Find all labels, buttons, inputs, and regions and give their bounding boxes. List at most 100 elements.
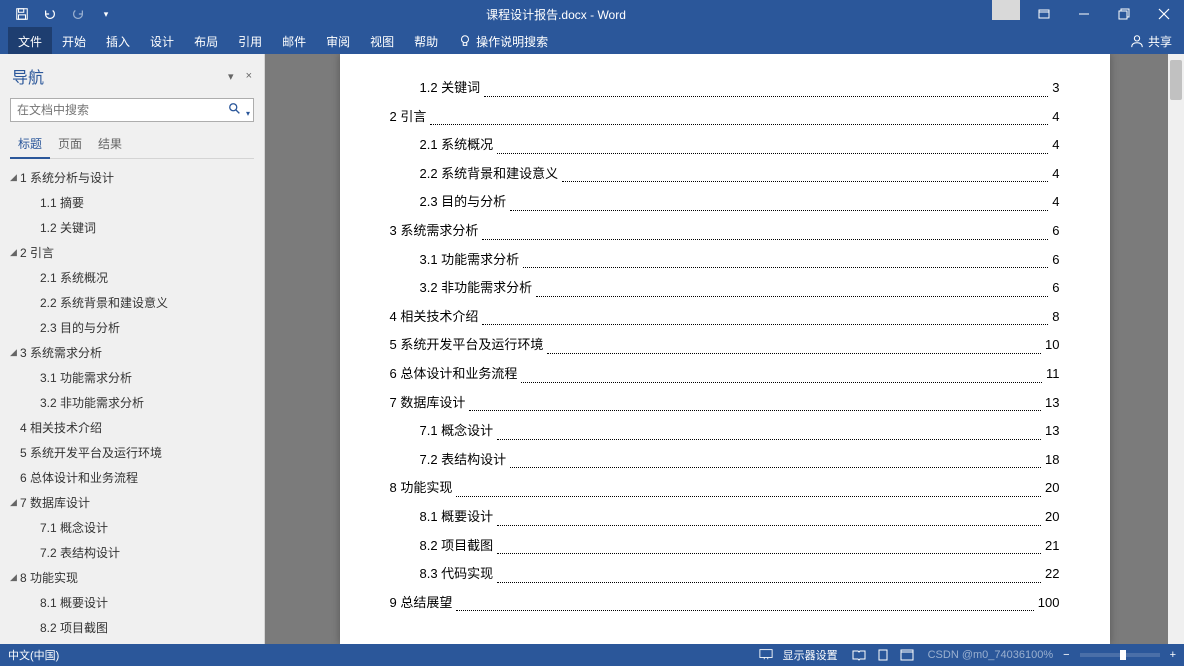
tree-item-label: 6 总体设计和业务流程 [20, 469, 138, 486]
minimize-button[interactable] [1064, 0, 1104, 28]
nav-tree-item[interactable]: ◢2 引言 [0, 240, 264, 265]
nav-tree-item[interactable]: 3.1 功能需求分析 [0, 365, 264, 390]
nav-tree-item[interactable]: ◢7 数据库设计 [0, 490, 264, 515]
document-area[interactable]: 1.2 关键词32 引言42.1 系统概况42.2 系统背景和建设意义42.3 … [265, 54, 1184, 644]
toc-entry[interactable]: 5 系统开发平台及运行环境10 [390, 331, 1060, 360]
nav-tree-item[interactable]: 3.2 非功能需求分析 [0, 390, 264, 415]
nav-search-input[interactable] [10, 98, 254, 122]
nav-tree-item[interactable]: 8.2 项目截图 [0, 615, 264, 640]
nav-tree-item[interactable]: 2.1 系统概况 [0, 265, 264, 290]
nav-search: ▾ [10, 98, 254, 122]
toc-entry[interactable]: 2.3 目的与分析4 [390, 188, 1060, 217]
tab-home[interactable]: 开始 [52, 27, 96, 56]
tree-caret-icon[interactable]: ◢ [10, 247, 20, 258]
nav-tree-item[interactable]: 7.2 表结构设计 [0, 540, 264, 565]
nav-tree-item[interactable]: 1.1 摘要 [0, 190, 264, 215]
zoom-out-button[interactable]: − [1063, 649, 1069, 661]
redo-button[interactable] [64, 0, 92, 28]
nav-close-button[interactable]: × [246, 70, 252, 83]
nav-tree-item[interactable]: 4 相关技术介绍 [0, 415, 264, 440]
toc-entry[interactable]: 7.2 表结构设计18 [390, 446, 1060, 475]
tab-insert[interactable]: 插入 [96, 27, 140, 56]
user-avatar[interactable] [992, 0, 1020, 20]
nav-tab-pages[interactable]: 页面 [50, 130, 90, 158]
nav-tree-item[interactable]: 6 总体设计和业务流程 [0, 465, 264, 490]
toc-leader-dots [510, 188, 1048, 211]
nav-tree-item[interactable]: 5 系统开发平台及运行环境 [0, 440, 264, 465]
toc-label: 9 总结展望 [390, 589, 453, 618]
toc-entry[interactable]: 8 功能实现20 [390, 474, 1060, 503]
toc-entry[interactable]: 2 引言4 [390, 103, 1060, 132]
nav-tree-item[interactable]: ◢1 系统分析与设计 [0, 165, 264, 190]
toc-leader-dots [497, 560, 1041, 583]
tab-references[interactable]: 引用 [228, 27, 272, 56]
toc-leader-dots [562, 160, 1048, 183]
tree-caret-icon[interactable]: ◢ [10, 572, 20, 583]
zoom-slider-thumb[interactable] [1120, 650, 1126, 660]
search-icon[interactable]: ▾ [228, 102, 250, 121]
tree-caret-icon[interactable]: ◢ [10, 497, 20, 508]
zoom-slider[interactable] [1080, 653, 1160, 657]
restore-button[interactable] [1104, 0, 1144, 28]
tell-me-search[interactable]: 操作说明搜索 [448, 33, 558, 50]
scroll-thumb[interactable] [1170, 60, 1182, 100]
toc-entry[interactable]: 2.1 系统概况4 [390, 131, 1060, 160]
undo-button[interactable] [36, 0, 64, 28]
nav-tab-results[interactable]: 结果 [90, 130, 130, 158]
status-language[interactable]: 中文(中国) [8, 647, 59, 663]
tab-layout[interactable]: 布局 [184, 27, 228, 56]
toc-entry[interactable]: 8.1 概要设计20 [390, 503, 1060, 532]
toc-entry[interactable]: 3.2 非功能需求分析6 [390, 274, 1060, 303]
toc-entry[interactable]: 6 总体设计和业务流程11 [390, 360, 1060, 389]
tree-item-label: 3.1 功能需求分析 [40, 369, 132, 386]
nav-tree-item[interactable]: ◢3 系统需求分析 [0, 340, 264, 365]
toc-label: 8.2 项目截图 [420, 532, 494, 561]
tree-caret-icon[interactable]: ◢ [10, 347, 20, 358]
lightbulb-icon [458, 34, 472, 48]
web-layout-button[interactable] [896, 646, 918, 664]
toc-entry[interactable]: 4 相关技术介绍8 [390, 303, 1060, 332]
display-settings-icon[interactable] [759, 648, 773, 663]
nav-tab-headings[interactable]: 标题 [10, 130, 50, 159]
ribbon-display-button[interactable] [1024, 0, 1064, 28]
toc-entry[interactable]: 7 数据库设计13 [390, 389, 1060, 418]
display-settings-label[interactable]: 显示器设置 [783, 647, 838, 663]
tree-item-label: 8.1 概要设计 [40, 594, 108, 611]
share-button[interactable]: 共享 [1130, 33, 1184, 50]
save-button[interactable] [8, 0, 36, 28]
toc-entry[interactable]: 3 系统需求分析6 [390, 217, 1060, 246]
toc-entry[interactable]: 9 总结展望100 [390, 589, 1060, 618]
nav-tree-item[interactable]: 1.2 关键词 [0, 215, 264, 240]
nav-tree-item[interactable]: 8.1 概要设计 [0, 590, 264, 615]
vertical-scrollbar[interactable] [1168, 54, 1184, 644]
toc-entry[interactable]: 7.1 概念设计13 [390, 417, 1060, 446]
tree-item-label: 2 引言 [20, 244, 54, 261]
tree-item-label: 2.3 目的与分析 [40, 319, 120, 336]
tab-file[interactable]: 文件 [8, 27, 52, 56]
tab-review[interactable]: 审阅 [316, 27, 360, 56]
nav-tree-item[interactable]: 2.3 目的与分析 [0, 315, 264, 340]
close-button[interactable] [1144, 0, 1184, 28]
person-icon [1130, 34, 1144, 48]
tree-caret-icon[interactable]: ◢ [10, 172, 20, 183]
nav-header-controls: ▾ × [228, 70, 252, 83]
print-layout-button[interactable] [872, 646, 894, 664]
tab-view[interactable]: 视图 [360, 27, 404, 56]
nav-tree-item[interactable]: 7.1 概念设计 [0, 515, 264, 540]
document-page[interactable]: 1.2 关键词32 引言42.1 系统概况42.2 系统背景和建设意义42.3 … [340, 54, 1110, 644]
nav-tree-item[interactable]: 2.2 系统背景和建设意义 [0, 290, 264, 315]
nav-dropdown-button[interactable]: ▾ [228, 70, 234, 83]
zoom-in-button[interactable]: + [1170, 649, 1176, 661]
toc-entry[interactable]: 2.2 系统背景和建设意义4 [390, 160, 1060, 189]
toc-entry[interactable]: 1.2 关键词3 [390, 74, 1060, 103]
toc-label: 4 相关技术介绍 [390, 303, 479, 332]
toc-entry[interactable]: 8.2 项目截图21 [390, 532, 1060, 561]
tab-design[interactable]: 设计 [140, 27, 184, 56]
toc-entry[interactable]: 8.3 代码实现22 [390, 560, 1060, 589]
tab-help[interactable]: 帮助 [404, 27, 448, 56]
read-mode-button[interactable] [848, 646, 870, 664]
qat-customize-button[interactable]: ▾ [92, 0, 120, 28]
nav-tree-item[interactable]: ◢8 功能实现 [0, 565, 264, 590]
toc-entry[interactable]: 3.1 功能需求分析6 [390, 246, 1060, 275]
tab-mailings[interactable]: 邮件 [272, 27, 316, 56]
